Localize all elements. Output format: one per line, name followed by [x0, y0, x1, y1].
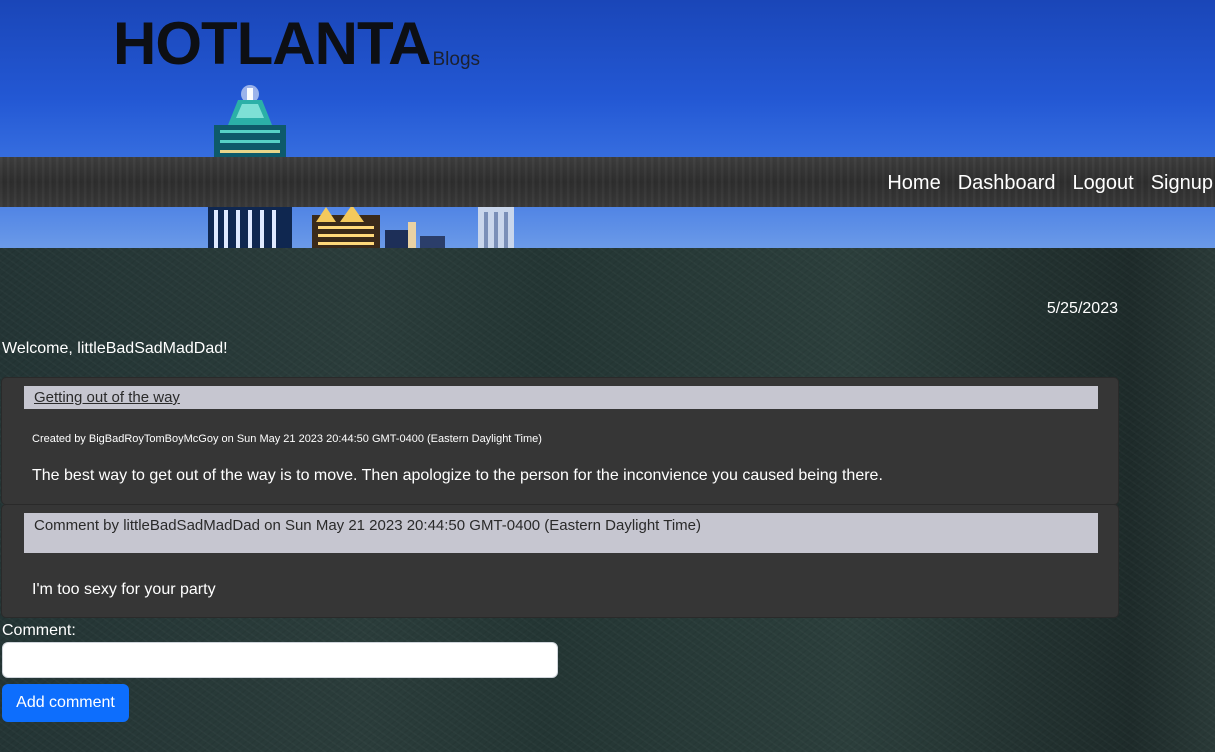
- comment-header-bar: Comment by littleBadSadMadDad on Sun May…: [24, 513, 1098, 553]
- welcome-message: Welcome, littleBadSadMadDad!: [2, 340, 228, 357]
- post-body: The best way to get out of the way is to…: [32, 467, 883, 484]
- nav-logout-link[interactable]: Logout: [1073, 171, 1134, 195]
- nav-home-link[interactable]: Home: [887, 171, 940, 195]
- navbar: Home Dashboard Logout Signup: [0, 157, 1215, 207]
- main-content: 5/25/2023 Welcome, littleBadSadMadDad! G…: [0, 248, 1215, 752]
- post-meta: Created by BigBadRoyTomBoyMcGoy on Sun M…: [32, 433, 542, 445]
- comment-header: Comment by littleBadSadMadDad on Sun May…: [34, 517, 702, 534]
- comment-input[interactable]: [2, 642, 558, 678]
- nav-dashboard-link[interactable]: Dashboard: [958, 171, 1056, 195]
- add-comment-button[interactable]: Add comment: [2, 684, 129, 722]
- comment-label: Comment:: [2, 622, 76, 639]
- nav-signup-link[interactable]: Signup: [1151, 171, 1213, 195]
- post-card: Getting out of the way Created by BigBad…: [1, 377, 1119, 505]
- skyline-tower-right: [478, 207, 514, 248]
- current-date: 5/25/2023: [1046, 300, 1118, 317]
- post-title-bar: Getting out of the way: [24, 386, 1098, 409]
- comment-body: I'm too sexy for your party: [32, 581, 216, 598]
- brand-title: HOTLANTA: [113, 10, 431, 77]
- post-title-link[interactable]: Getting out of the way: [34, 389, 180, 406]
- brand-subtitle: Blogs: [432, 49, 481, 70]
- nav-links: Home Dashboard Logout Signup: [870, 171, 1213, 195]
- skyline-tower-middle: [312, 205, 445, 248]
- site-header: HOTLANTA Blogs Home Dashboard Logout Sig…: [0, 0, 1215, 248]
- brand: HOTLANTA Blogs: [113, 12, 480, 76]
- comment-card: Comment by littleBadSadMadDad on Sun May…: [1, 504, 1119, 618]
